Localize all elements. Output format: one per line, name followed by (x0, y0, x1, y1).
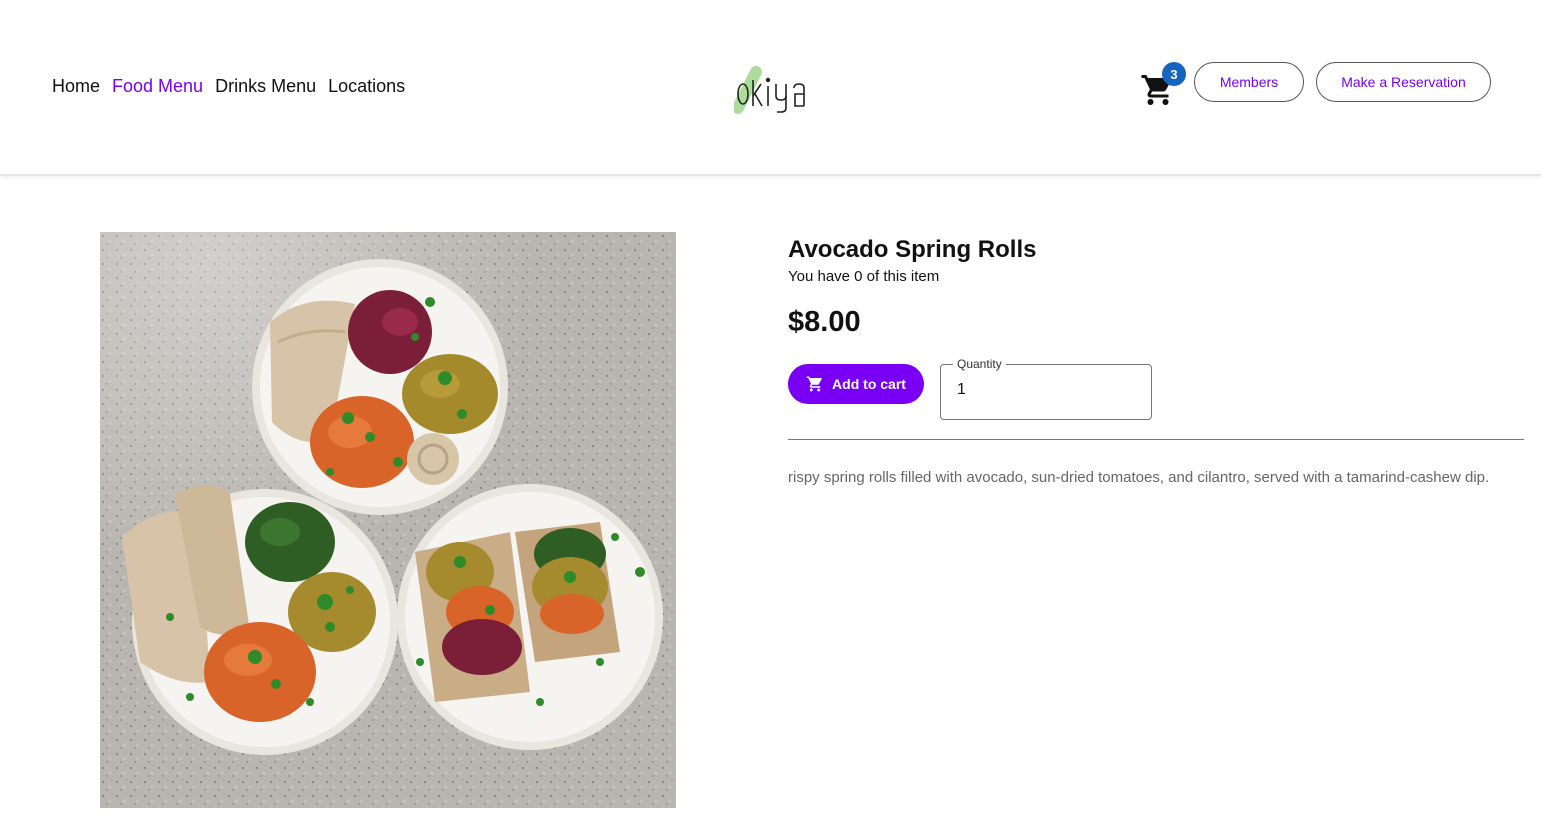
cart-icon (806, 376, 822, 392)
make-reservation-button[interactable]: Make a Reservation (1316, 62, 1491, 102)
add-to-cart-button[interactable]: Add to cart (788, 364, 924, 404)
product-title: Avocado Spring Rolls (788, 236, 1037, 263)
nav-locations[interactable]: Locations (328, 76, 405, 97)
nav-home[interactable]: Home (52, 76, 100, 97)
site-header: Home Food Menu Drinks Menu Locations 3 M… (0, 0, 1541, 176)
cart-quantity-note: You have 0 of this item (788, 268, 940, 285)
divider (788, 439, 1524, 440)
product-description: rispy spring rolls filled with avocado, … (788, 469, 1490, 486)
main-nav: Home Food Menu Drinks Menu Locations (52, 76, 405, 97)
food-photo (100, 232, 676, 808)
members-button[interactable]: Members (1194, 62, 1304, 102)
quantity-field: Quantity (940, 357, 1152, 420)
nav-food-menu[interactable]: Food Menu (112, 76, 203, 97)
quantity-label: Quantity (953, 357, 1006, 371)
product-price: $8.00 (788, 306, 861, 338)
nav-drinks-menu[interactable]: Drinks Menu (215, 76, 316, 97)
quantity-input[interactable] (957, 381, 1137, 399)
add-to-cart-label: Add to cart (832, 376, 906, 392)
brand-logo[interactable] (732, 64, 816, 114)
cart-count-badge: 3 (1162, 62, 1186, 86)
